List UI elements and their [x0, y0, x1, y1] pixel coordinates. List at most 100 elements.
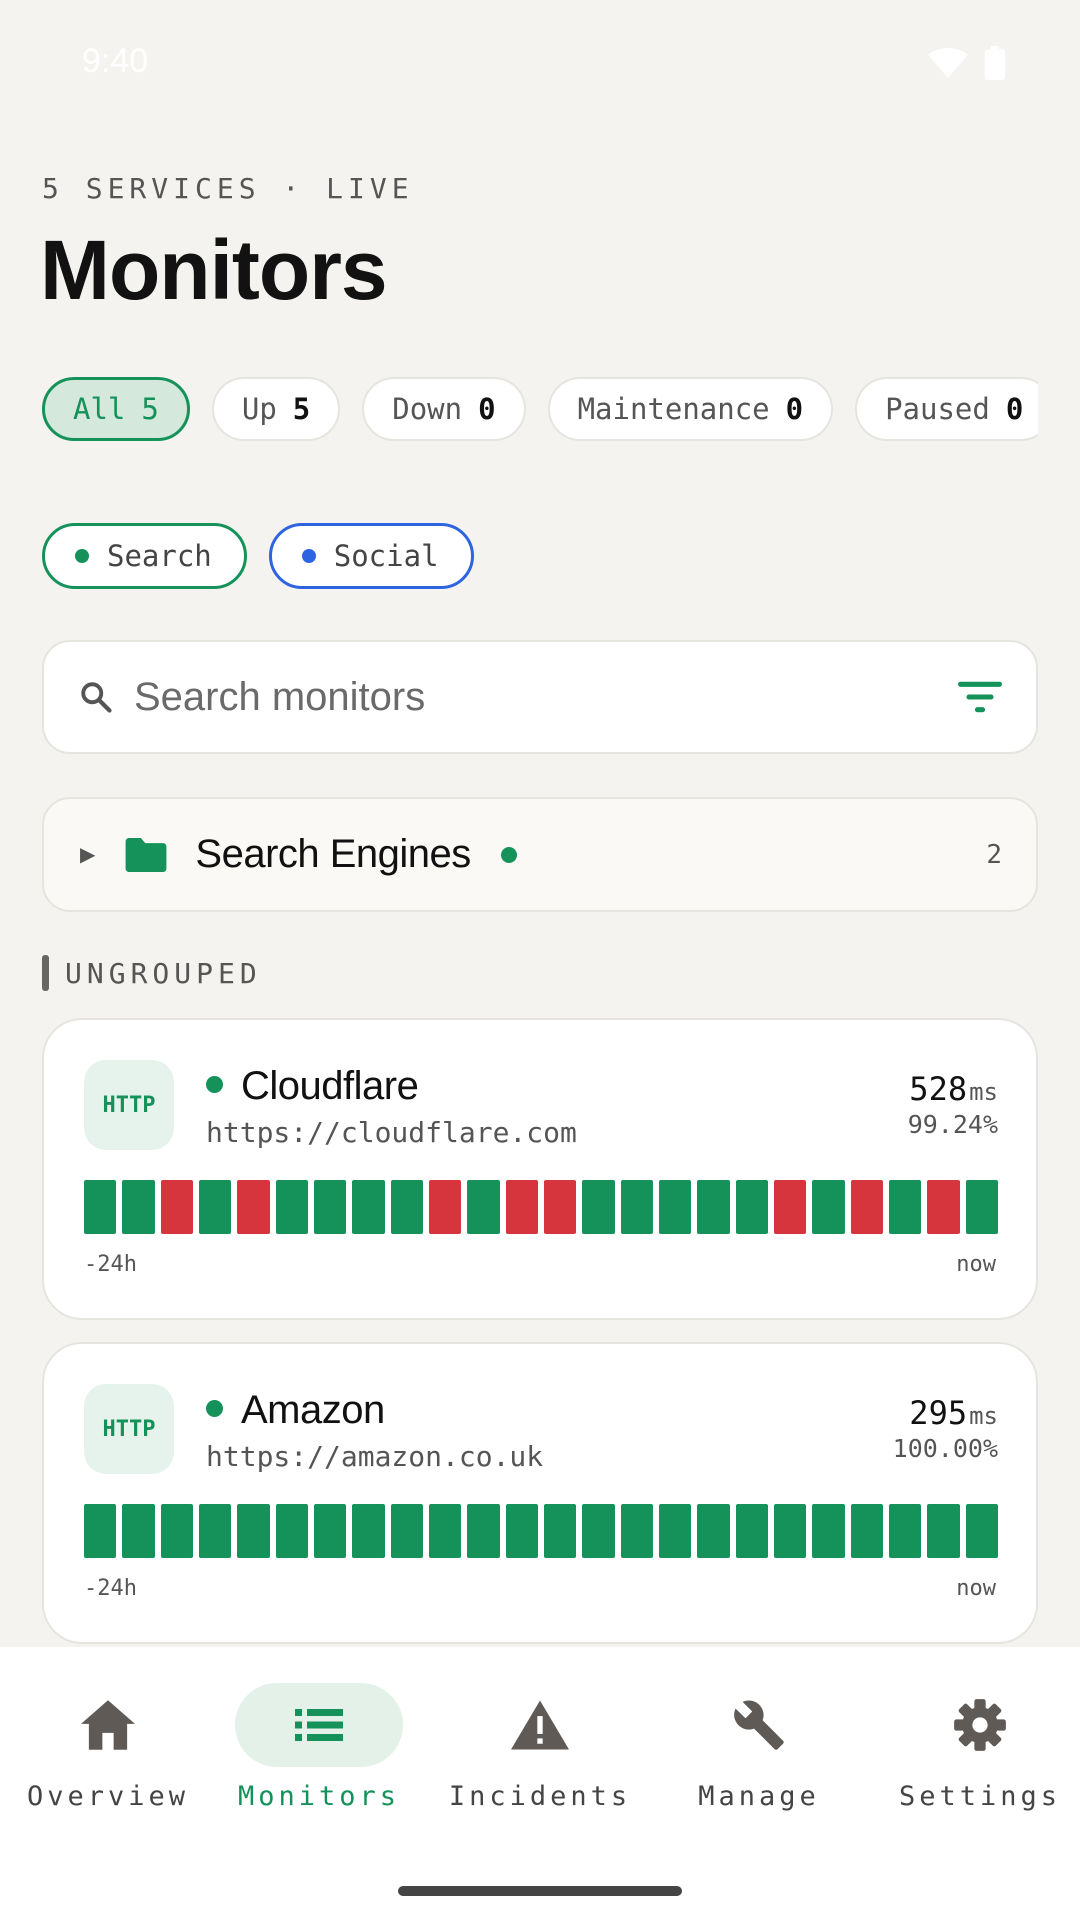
filter-chip-paused[interactable]: Paused 0 [855, 377, 1038, 441]
heartbeat-up[interactable] [467, 1504, 500, 1558]
chip-label: Paused [885, 392, 990, 426]
heartbeat-down[interactable] [237, 1180, 270, 1234]
heartbeat-up[interactable] [812, 1180, 845, 1234]
heartbeat-up[interactable] [467, 1180, 500, 1234]
heartbeat-down[interactable] [543, 1180, 577, 1234]
nav-item-overview[interactable]: Overview [0, 1683, 216, 1833]
heartbeat-up[interactable] [620, 1180, 653, 1234]
tag-chip-search[interactable]: Search [42, 523, 247, 589]
response-time-value: 295 [909, 1394, 968, 1432]
monitor-card-amazon[interactable]: HTTP Amazon https://amazon.co.uk 295ms 1… [42, 1342, 1038, 1644]
monitor-status-dot [206, 1400, 223, 1417]
heartbeat-up[interactable] [658, 1180, 692, 1234]
nav-item-manage[interactable]: Manage [651, 1683, 867, 1833]
heartbeat-down[interactable] [428, 1180, 462, 1234]
filter-chip-all[interactable]: All 5 [42, 377, 190, 441]
range-start: -24h [84, 1576, 137, 1601]
heartbeat-down[interactable] [773, 1180, 807, 1234]
heartbeat-up[interactable] [390, 1180, 423, 1234]
tag-label: Social [333, 539, 439, 573]
section-ungrouped: UNGROUPED [42, 955, 262, 991]
heartbeat-down[interactable] [927, 1180, 960, 1234]
heartbeat-up[interactable] [773, 1504, 807, 1558]
heartbeat-up[interactable] [888, 1180, 922, 1234]
filter-chip-up[interactable]: Up 5 [211, 377, 341, 441]
nav-item-settings[interactable]: Settings [872, 1683, 1080, 1833]
heartbeat-up[interactable] [582, 1504, 615, 1558]
heartbeat-up[interactable] [428, 1504, 462, 1558]
monitor-card-cloudflare[interactable]: HTTP Cloudflare https://cloudflare.com 5… [42, 1018, 1038, 1320]
heartbeat-up[interactable] [313, 1504, 347, 1558]
heartbeat-up[interactable] [965, 1504, 998, 1558]
nav-item-monitors[interactable]: Monitors [211, 1683, 427, 1833]
response-time: 295ms [893, 1394, 998, 1432]
battery-icon [984, 46, 1006, 80]
nav-icon-container [24, 1683, 192, 1767]
heartbeat-up[interactable] [620, 1504, 653, 1558]
uptime-percent: 100.00% [892, 1434, 998, 1463]
group-search-engines[interactable]: ▶ Search Engines 2 [42, 797, 1038, 912]
bottom-navigation: Overview Monitors Incidents Manage Setti… [0, 1647, 1080, 1920]
filter-icon[interactable] [958, 680, 1002, 714]
response-time: 528ms [908, 1070, 998, 1108]
status-icons [928, 46, 1006, 80]
heartbeat-down[interactable] [850, 1180, 883, 1234]
monitor-name: Amazon [241, 1388, 385, 1432]
heartbeat-up[interactable] [198, 1504, 232, 1558]
tag-chip-social[interactable]: Social [268, 523, 474, 589]
heartbeat-up[interactable] [275, 1180, 308, 1234]
heartbeat-down[interactable] [160, 1180, 193, 1234]
heartbeat-up[interactable] [888, 1504, 922, 1558]
heartbeat-up[interactable] [313, 1180, 347, 1234]
group-name: Search Engines [195, 832, 471, 876]
chip-count: 0 [478, 392, 496, 426]
heartbeat-up[interactable] [582, 1180, 615, 1234]
heartbeat-up[interactable] [735, 1504, 768, 1558]
heartbeat-up[interactable] [812, 1504, 845, 1558]
nav-item-incidents[interactable]: Incidents [432, 1683, 648, 1833]
page-title: Monitors [40, 223, 388, 317]
section-bar [42, 955, 49, 991]
monitor-name: Cloudflare [241, 1064, 419, 1108]
heartbeat-up[interactable] [84, 1504, 117, 1558]
heartbeat-up[interactable] [352, 1504, 385, 1558]
heartbeat-up[interactable] [697, 1504, 730, 1558]
filter-chip-maintenance[interactable]: Maintenance 0 [547, 377, 834, 441]
range-end: now [956, 1252, 996, 1277]
heartbeat-up[interactable] [122, 1504, 155, 1558]
gear-icon [954, 1699, 1006, 1751]
heartbeat-up[interactable] [658, 1504, 692, 1558]
heartbeat-up[interactable] [237, 1504, 270, 1558]
heartbeat-up[interactable] [122, 1180, 155, 1234]
home-indicator[interactable] [398, 1886, 682, 1896]
heartbeat-up[interactable] [543, 1504, 577, 1558]
heartbeat-up[interactable] [275, 1504, 308, 1558]
monitor-title-row: Cloudflare [206, 1064, 419, 1109]
heartbeat-up[interactable] [697, 1180, 730, 1234]
group-count: 2 [986, 839, 1002, 870]
heartbeat-bar [84, 1180, 998, 1234]
heartbeat-up[interactable] [735, 1180, 768, 1234]
chip-count: 5 [141, 392, 159, 426]
section-label: UNGROUPED [65, 956, 262, 990]
heartbeat-up[interactable] [390, 1504, 423, 1558]
heartbeat-up[interactable] [160, 1504, 193, 1558]
nav-label: Monitors [237, 1781, 401, 1812]
response-time-value: 528 [909, 1070, 968, 1108]
heartbeat-up[interactable] [505, 1504, 538, 1558]
heartbeat-up[interactable] [927, 1504, 960, 1558]
chip-label: Maintenance [577, 392, 770, 426]
heartbeat-down[interactable] [505, 1180, 538, 1234]
heartbeat-up[interactable] [84, 1180, 117, 1234]
heartbeat-up[interactable] [965, 1180, 998, 1234]
chip-label: Down [392, 392, 463, 426]
response-time-unit: ms [969, 1402, 998, 1430]
heartbeat-up[interactable] [352, 1180, 385, 1234]
nav-label: Settings [898, 1781, 1062, 1812]
heartbeat-up[interactable] [850, 1504, 883, 1558]
filter-chip-down[interactable]: Down 0 [362, 377, 526, 441]
wifi-icon [928, 48, 968, 78]
heartbeat-up[interactable] [198, 1180, 232, 1234]
search-input[interactable] [134, 674, 958, 720]
protocol-badge: HTTP [84, 1060, 174, 1150]
